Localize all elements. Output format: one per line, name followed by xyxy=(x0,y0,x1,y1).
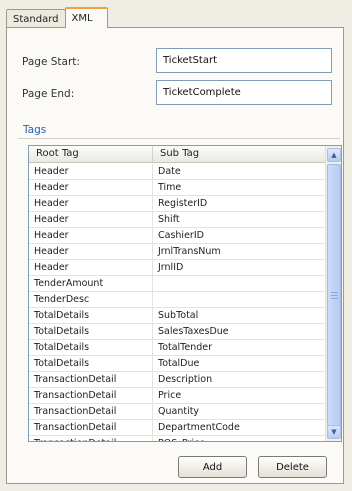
tags-table[interactable]: Root Tag Sub Tag Header Date Header Time Hea… xyxy=(28,145,342,442)
cell-root-tag: Header xyxy=(29,244,153,259)
column-header-sub-tag[interactable]: Sub Tag xyxy=(153,146,325,162)
scrollbar-thumb[interactable] xyxy=(327,164,341,426)
table-row[interactable]: Header CashierID xyxy=(29,228,325,244)
page-end-field[interactable] xyxy=(156,80,332,105)
table-row[interactable]: TransactionDetailPOS_Price xyxy=(29,436,325,441)
page-end-label: Page End: xyxy=(22,88,75,100)
cell-root-tag: TotalDetails xyxy=(29,356,153,371)
tags-group-title: Tags xyxy=(23,124,47,136)
cell-root-tag: Header xyxy=(29,228,153,243)
page-start-field[interactable] xyxy=(156,48,332,73)
cell-root-tag: Header xyxy=(29,180,153,195)
cell-root-tag: Header xyxy=(29,212,153,227)
cell-sub-tag: SalesTaxesDue xyxy=(158,326,229,337)
cell-sub-tag: SubTotal xyxy=(158,310,199,321)
cell-sub-tag: Price xyxy=(158,390,182,401)
tab-xml[interactable]: XML xyxy=(64,7,108,28)
table-row[interactable]: TotalDetails TotalTender xyxy=(29,340,325,356)
table-row[interactable]: Header JrnlTransNum xyxy=(29,244,325,260)
cell-root-tag: TransactionDetail xyxy=(29,372,153,387)
add-button[interactable]: Add xyxy=(178,456,247,478)
table-row[interactable]: Header Shift xyxy=(29,212,325,228)
table-row[interactable]: TransactionDetail DepartmentCode xyxy=(29,420,325,436)
table-row[interactable]: TransactionDetail Price xyxy=(29,388,325,404)
tags-group-divider xyxy=(18,138,340,139)
table-row[interactable]: TransactionDetail Quantity xyxy=(29,404,325,420)
table-row[interactable]: Header Time xyxy=(29,180,325,196)
table-row[interactable]: TenderDesc xyxy=(29,292,325,308)
column-header-root-tag[interactable]: Root Tag xyxy=(29,146,153,162)
chevron-down-icon[interactable]: ▼ xyxy=(327,425,341,439)
cell-sub-tag: JrnlID xyxy=(158,262,184,273)
page-start-label: Page Start: xyxy=(22,56,80,68)
cell-root-tag: TenderDesc xyxy=(29,292,153,307)
grip-line xyxy=(331,295,338,296)
table-body: Header Date Header Time Header RegisterID Head… xyxy=(29,164,325,441)
table-row[interactable]: Header RegisterID xyxy=(29,196,325,212)
cell-sub-tag: Time xyxy=(158,182,182,193)
cell-root-tag: TotalDetails xyxy=(29,308,153,323)
cell-sub-tag: Date xyxy=(158,166,181,177)
cell-sub-tag: CashierID xyxy=(158,230,204,241)
cell-sub-tag: RegisterID xyxy=(158,198,208,209)
tab-strip: Standard XML xyxy=(6,7,108,28)
cell-sub-tag xyxy=(153,276,325,291)
cell-root-tag: TransactionDetail xyxy=(29,388,153,403)
delete-button[interactable]: Delete xyxy=(258,456,327,478)
chevron-up-icon[interactable]: ▲ xyxy=(327,148,341,162)
cell-sub-tag: POS_Price xyxy=(153,436,325,441)
cell-sub-tag: Description xyxy=(158,374,213,385)
table-row[interactable]: TotalDetails TotalDue xyxy=(29,356,325,372)
cell-root-tag: Header xyxy=(29,196,153,211)
table-header: Root Tag Sub Tag xyxy=(29,146,325,163)
table-row[interactable]: Header JrnlID xyxy=(29,260,325,276)
cell-root-tag: TotalDetails xyxy=(29,340,153,355)
cell-root-tag: TotalDetails xyxy=(29,324,153,339)
cell-root-tag: Header xyxy=(29,260,153,275)
cell-root-tag: Header xyxy=(29,164,153,179)
cell-sub-tag: TotalTender xyxy=(158,342,213,353)
grip-line xyxy=(331,292,338,293)
cell-root-tag: TransactionDetail xyxy=(29,420,153,435)
table-row[interactable]: Header Date xyxy=(29,164,325,180)
cell-sub-tag xyxy=(153,292,325,307)
cell-sub-tag: DepartmentCode xyxy=(158,422,240,433)
vertical-scrollbar[interactable]: ▲ ▼ xyxy=(325,146,341,441)
cell-sub-tag: JrnlTransNum xyxy=(158,246,221,257)
cell-sub-tag: Quantity xyxy=(158,406,200,417)
table-row[interactable]: TotalDetails SubTotal xyxy=(29,308,325,324)
cell-root-tag: TransactionDetail xyxy=(29,404,153,419)
table-row[interactable]: TotalDetails SalesTaxesDue xyxy=(29,324,325,340)
table-row[interactable]: TenderAmount xyxy=(29,276,325,292)
grip-line xyxy=(331,298,338,299)
tab-standard[interactable]: Standard xyxy=(6,9,66,28)
cell-root-tag: TransactionDetail xyxy=(29,436,153,441)
table-row[interactable]: TransactionDetail Description xyxy=(29,372,325,388)
cell-sub-tag: TotalDue xyxy=(158,358,200,369)
cell-sub-tag: Shift xyxy=(158,214,180,225)
cell-root-tag: TenderAmount xyxy=(29,276,153,291)
